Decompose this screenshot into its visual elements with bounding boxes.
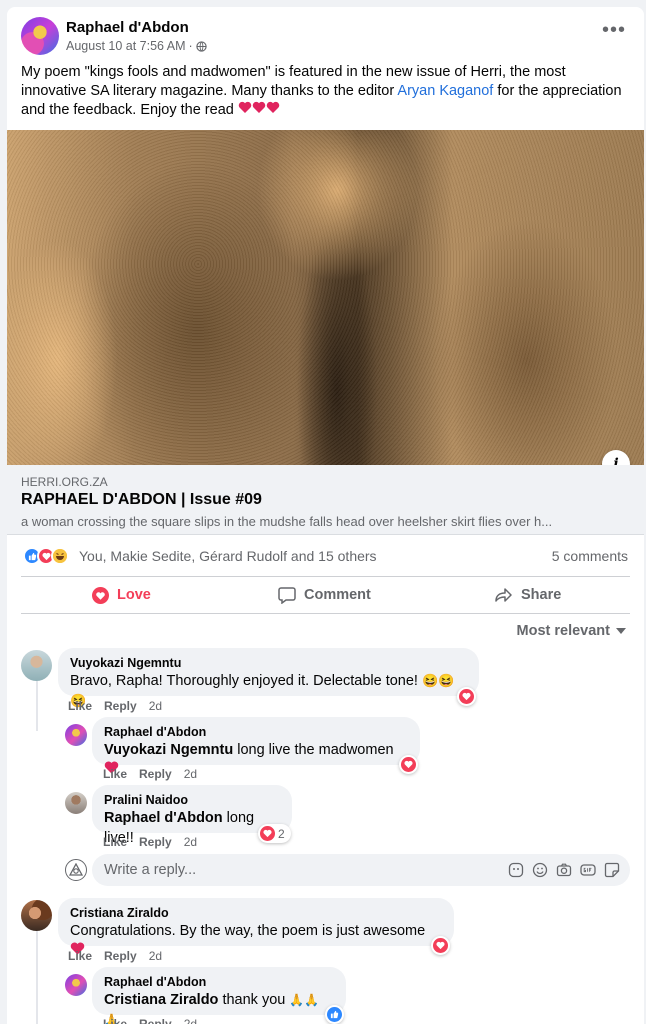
reply-bubble: Raphael d'Abdon Vuyokazi Ngemntu long li… [92, 717, 420, 774]
commenter-name[interactable]: Cristiana Ziraldo [70, 905, 442, 921]
commenter-avatar[interactable] [21, 900, 52, 931]
share-icon [495, 588, 512, 602]
link-preview[interactable]: HERRI.ORG.ZA RAPHAEL D'ABDON | Issue #09… [7, 465, 644, 535]
link-description: a woman crossing the square slips in the… [21, 514, 553, 529]
comment-icon [278, 587, 296, 604]
comment-reaction-badge[interactable] [431, 936, 450, 955]
reply-comment-link[interactable]: Reply [104, 949, 137, 963]
reply-reaction-badge[interactable] [325, 1005, 344, 1024]
comment-actions: Like Reply 2d [68, 699, 162, 713]
post-card: Raphael d'Abdon August 10 at 7:56 AM · •… [7, 7, 644, 1024]
more-options-icon[interactable]: ••• [602, 20, 626, 40]
sort-label: Most relevant [516, 623, 610, 639]
reply-actions: Like Reply 2d [103, 1017, 197, 1024]
comment-time[interactable]: 2d [184, 1017, 197, 1024]
thread-line [36, 681, 62, 731]
love-reaction-icon [459, 689, 474, 704]
comment-button[interactable]: Comment [278, 581, 371, 609]
camera-icon[interactable] [556, 862, 572, 878]
commenter-name[interactable]: Vuyokazi Ngemntu [70, 655, 467, 671]
love-reaction-icon [433, 938, 448, 953]
reply-reaction-badge[interactable]: 2 [258, 824, 291, 843]
post-author[interactable]: Raphael d'Abdon [66, 19, 189, 36]
love-label: Love [117, 587, 151, 603]
divider [21, 613, 630, 614]
reply-reaction-badge[interactable] [399, 755, 418, 774]
emoji-icon[interactable] [532, 862, 548, 878]
comment-time[interactable]: 2d [149, 949, 162, 963]
profile-placeholder-icon [69, 863, 83, 876]
reply-comment-link[interactable]: Reply [139, 1017, 172, 1024]
commenter-avatar[interactable] [65, 974, 87, 996]
reply-body: long live the madwomen [233, 742, 394, 758]
heart-emoji-icon [238, 101, 280, 118]
reply-placeholder: Write a reply... [104, 862, 197, 878]
reply-input[interactable]: Write a reply... [92, 854, 630, 886]
like-comment-link[interactable]: Like [103, 835, 127, 849]
comment-time[interactable]: 2d [184, 835, 197, 849]
reply-mention[interactable]: Vuyokazi Ngemntu [104, 742, 233, 758]
link-title: RAPHAEL D'ABDON | Issue #09 [21, 491, 262, 508]
link-domain: HERRI.ORG.ZA [21, 475, 108, 489]
like-reaction-icon [327, 1007, 342, 1022]
globe-icon [196, 40, 207, 52]
reply-bubble: Raphael d'Abdon Cristiana Ziraldo thank … [92, 967, 346, 1024]
haha-reaction-icon [51, 547, 69, 565]
author-avatar[interactable] [21, 17, 59, 55]
reply-mention[interactable]: Raphael d'Abdon [104, 810, 223, 826]
reply-actions: Like Reply 2d [103, 767, 197, 781]
like-comment-link[interactable]: Like [103, 1017, 127, 1024]
sticker-pack-icon[interactable] [604, 862, 620, 878]
commenter-name[interactable]: Pralini Naidoo [104, 792, 280, 808]
comment-sort-dropdown[interactable]: Most relevant [517, 623, 626, 639]
reply-actions: Like Reply 2d [103, 835, 197, 849]
current-user-avatar [65, 859, 87, 881]
post-timestamp[interactable]: August 10 at 7:56 AM [66, 39, 186, 53]
reply-body: thank you [218, 992, 286, 1008]
love-button[interactable]: Love [92, 581, 151, 609]
commenter-avatar[interactable] [65, 724, 87, 746]
comment-body: Congratulations. By the way, the poem is… [70, 923, 426, 939]
comment-time[interactable]: 2d [184, 767, 197, 781]
commenter-name[interactable]: Raphael d'Abdon [104, 974, 334, 990]
post-text: My poem "kings fools and madwomen" is fe… [21, 63, 631, 120]
link-preview-image[interactable] [7, 130, 644, 465]
commenter-avatar[interactable] [65, 792, 87, 814]
love-icon [92, 586, 109, 604]
comment-body: Bravo, Rapha! Thoroughly enjoyed it. Del… [70, 673, 418, 689]
reply-comment-link[interactable]: Reply [104, 699, 137, 713]
comment-reaction-badge[interactable] [457, 687, 476, 706]
comment-time[interactable]: 2d [149, 699, 162, 713]
love-reaction-icon [401, 757, 416, 772]
reaction-icons[interactable] [23, 547, 69, 565]
reply-tools [508, 862, 620, 878]
reaction-summary[interactable]: You, Makie Sedite, Gérard Rudolf and 15 … [79, 548, 377, 564]
like-comment-link[interactable]: Like [68, 699, 92, 713]
meta-separator: · [188, 39, 193, 53]
mention-link[interactable]: Aryan Kaganof [397, 83, 493, 99]
reply-comment-link[interactable]: Reply [139, 767, 172, 781]
sticker-icon[interactable] [508, 862, 524, 878]
comment-bubble: Vuyokazi Ngemntu Bravo, Rapha! Thoroughl… [58, 648, 479, 708]
comment-actions: Like Reply 2d [68, 949, 162, 963]
post-meta: August 10 at 7:56 AM · [66, 39, 207, 53]
commenter-name[interactable]: Raphael d'Abdon [104, 724, 408, 740]
comment-label: Comment [304, 587, 371, 603]
gif-icon[interactable] [580, 862, 596, 878]
share-label: Share [521, 587, 562, 603]
reaction-count: 2 [278, 826, 285, 841]
share-button[interactable]: Share [495, 581, 561, 609]
comments-count[interactable]: 5 comments [552, 548, 628, 564]
chevron-down-icon [616, 628, 626, 634]
like-comment-link[interactable]: Like [103, 767, 127, 781]
thread-line [36, 931, 62, 1024]
comment-bubble: Cristiana Ziraldo Congratulations. By th… [58, 898, 454, 955]
reply-comment-link[interactable]: Reply [139, 835, 172, 849]
reply-mention[interactable]: Cristiana Ziraldo [104, 992, 218, 1008]
commenter-avatar[interactable] [21, 650, 52, 681]
love-reaction-icon [260, 826, 275, 841]
divider [21, 576, 630, 577]
like-comment-link[interactable]: Like [68, 949, 92, 963]
